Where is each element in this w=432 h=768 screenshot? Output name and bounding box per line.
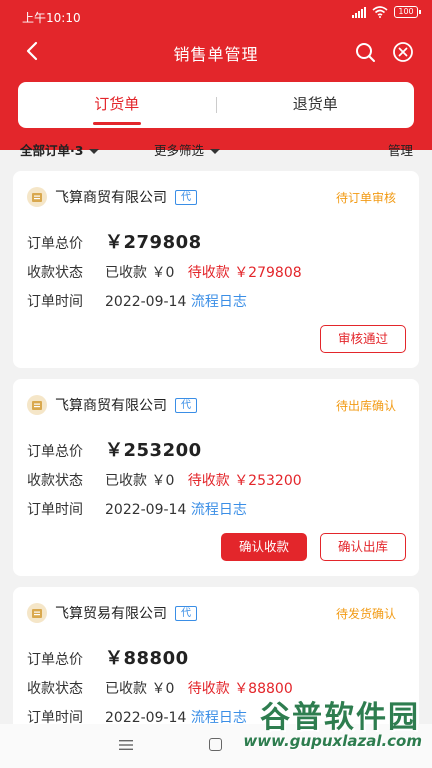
agent-tag: 代	[175, 189, 197, 205]
order-date: 2022-09-14	[105, 502, 187, 518]
order-date: 2022-09-14	[105, 294, 187, 310]
company-icon	[27, 603, 47, 623]
company-icon	[27, 395, 47, 415]
card-header: 飞算商贸有限公司 代	[27, 187, 197, 207]
manage-button[interactable]: 管理	[388, 140, 413, 159]
more-filters-label: 更多筛选	[154, 143, 205, 158]
watermark: 谷普软件园 www.gupuxlazal.com	[230, 692, 426, 762]
payment-status-label: 收款状态	[27, 681, 83, 697]
company-name: 飞算商贸有限公司	[55, 190, 167, 206]
order-time-label: 订单时间	[27, 294, 83, 310]
search-icon[interactable]	[354, 41, 376, 63]
payment-row: 收款状态 已收款 ￥0 待收款 ￥279808	[27, 262, 302, 282]
all-orders-label: 全部订单·3	[20, 143, 84, 158]
all-orders-filter[interactable]: 全部订单·3	[20, 140, 100, 159]
pending-amount: ￥279808	[234, 265, 302, 281]
total-price: ￥253200	[105, 440, 202, 461]
total-price: ￥88800	[105, 648, 189, 669]
company-name: 飞算贸易有限公司	[55, 606, 167, 622]
tab-return-orders[interactable]: 退货单	[217, 82, 415, 128]
chevron-down-icon	[210, 149, 221, 154]
tab-purchase-orders[interactable]: 订货单	[18, 82, 216, 128]
total-row: 订单总价 ￥253200	[27, 436, 202, 462]
pending-label: 待收款	[187, 681, 230, 697]
status-time: 上午10:10	[22, 11, 81, 25]
battery-level: 100	[398, 7, 414, 16]
order-status: 待出库确认	[335, 399, 396, 413]
menu-icon[interactable]	[118, 739, 134, 751]
battery-icon: 100	[394, 6, 421, 18]
received-label: 已收款	[105, 473, 147, 489]
watermark-url: www.gupuxlazal.com	[243, 732, 422, 750]
payment-status-label: 收款状态	[27, 473, 83, 489]
more-filters-dropdown[interactable]: 更多筛选	[154, 140, 221, 159]
received-amount: ￥0	[151, 265, 175, 281]
total-label: 订单总价	[27, 444, 83, 460]
process-log-link[interactable]: 流程日志	[191, 294, 247, 310]
watermark-text: 谷普软件园	[260, 700, 420, 735]
order-status: 待订单审核	[335, 191, 396, 205]
wifi-icon	[372, 6, 388, 18]
time-row: 订单时间 2022-09-14 流程日志	[27, 499, 247, 519]
total-row: 订单总价 ￥88800	[27, 644, 189, 670]
company-name: 飞算商贸有限公司	[55, 398, 167, 414]
received-label: 已收款	[105, 681, 147, 697]
total-price: ￥279808	[105, 232, 202, 253]
agent-tag: 代	[175, 605, 197, 621]
process-log-link[interactable]: 流程日志	[191, 502, 247, 518]
card-header: 飞算贸易有限公司 代	[27, 603, 197, 623]
received-amount: ￥0	[151, 681, 175, 697]
order-type-tabs: 订货单 退货单	[18, 82, 414, 128]
card-header: 飞算商贸有限公司 代	[27, 395, 197, 415]
received-amount: ￥0	[151, 473, 175, 489]
total-label: 订单总价	[27, 236, 83, 252]
company-icon	[27, 187, 47, 207]
status-bar: 上午10:10 100	[0, 0, 432, 32]
received-label: 已收款	[105, 265, 147, 281]
order-time-label: 订单时间	[27, 502, 83, 518]
nav-bar: 销售单管理	[0, 32, 432, 72]
home-icon[interactable]	[209, 738, 222, 751]
signal-icon	[352, 6, 366, 18]
order-card[interactable]: 飞算商贸有限公司 代 待订单审核 订单总价 ￥279808 收款状态 已收款 ￥0 …	[13, 171, 419, 368]
payment-row: 收款状态 已收款 ￥0 待收款 ￥253200	[27, 470, 302, 490]
payment-status-label: 收款状态	[27, 265, 83, 281]
order-status: 待发货确认	[335, 607, 396, 621]
total-label: 订单总价	[27, 652, 83, 668]
pending-label: 待收款	[187, 265, 230, 281]
confirm-payment-button[interactable]: 确认收款	[221, 533, 307, 561]
status-icons: 100	[352, 6, 421, 18]
pending-amount: ￥253200	[234, 473, 302, 489]
filter-bar: 全部订单·3 更多筛选 管理	[0, 140, 432, 160]
close-icon[interactable]	[392, 41, 414, 63]
pending-label: 待收款	[187, 473, 230, 489]
time-row: 订单时间 2022-09-14 流程日志	[27, 291, 247, 311]
confirm-outbound-button[interactable]: 确认出库	[320, 533, 406, 561]
chevron-down-icon	[89, 149, 100, 154]
total-row: 订单总价 ￥279808	[27, 228, 202, 254]
agent-tag: 代	[175, 397, 197, 413]
approve-button[interactable]: 审核通过	[320, 325, 406, 353]
order-card[interactable]: 飞算商贸有限公司 代 待出库确认 订单总价 ￥253200 收款状态 已收款 ￥0 …	[13, 379, 419, 576]
